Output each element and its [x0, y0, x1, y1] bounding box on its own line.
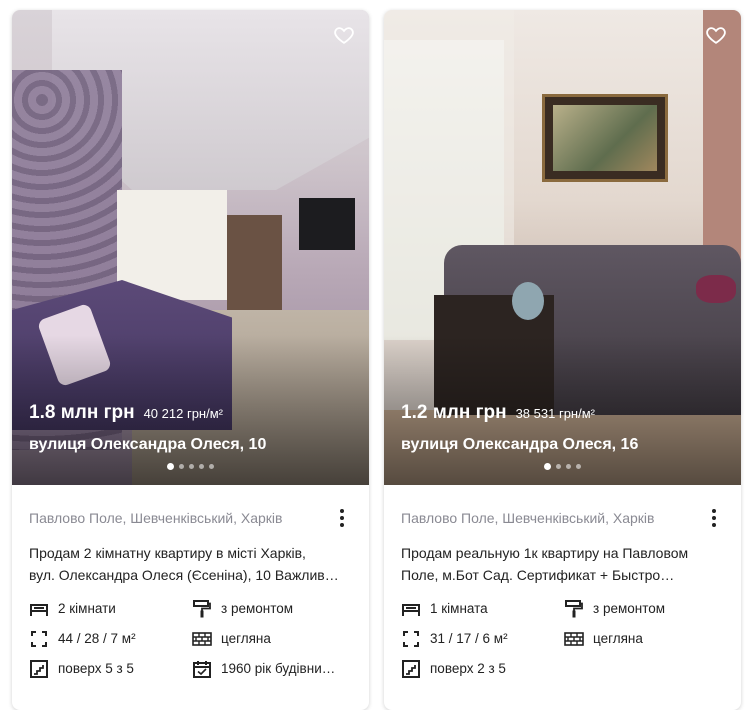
photo-pagination[interactable] [12, 463, 369, 470]
feature-floor: поверх 5 з 5 [29, 659, 192, 678]
features-grid: 2 кімнати з ремонтом 44 / 28 / 7 м² цегл… [29, 599, 352, 678]
description-line: Продам реальную 1к квартиру на Павловом [401, 545, 689, 561]
photo-pagination[interactable] [384, 463, 741, 470]
photo-scene [117, 190, 227, 300]
paint-roller-icon [192, 599, 212, 618]
price: 1.2 млн грн [401, 402, 507, 423]
street-address[interactable]: вулиця Олександра Олеся, 16 [401, 436, 638, 454]
description-line: Поле, м.Бот Сад. Сертификат + Быстро… [401, 567, 675, 583]
photo-dot[interactable] [179, 464, 184, 469]
calendar-icon [192, 660, 212, 678]
listing-card[interactable]: 1.8 млн грн 40 212 грн/м² вулиця Олексан… [12, 10, 369, 710]
feature-area: 31 / 17 / 6 м² [401, 629, 564, 648]
photo-scene [512, 282, 544, 320]
photo-dot[interactable] [199, 464, 204, 469]
bed-icon [29, 600, 49, 618]
price: 1.8 млн грн [29, 402, 135, 423]
description-line: Продам 2 кімнатну квартиру в місті Харкі… [29, 545, 306, 561]
photo-dot[interactable] [209, 464, 214, 469]
photo-scene [696, 275, 736, 303]
feature-wall-type: цегляна [564, 629, 724, 648]
street-address[interactable]: вулиця Олександра Олеся, 10 [29, 436, 266, 454]
location[interactable]: Павлово Поле, Шевченківський, Харків [29, 510, 282, 526]
features-grid: 1 кімната з ремонтом 31 / 17 / 6 м² цегл… [401, 599, 724, 678]
stairs-icon [29, 659, 49, 678]
feature-floor: поверх 2 з 5 [401, 659, 564, 678]
feature-renovation: з ремонтом [564, 599, 724, 618]
listing-photo[interactable]: 1.2 млн грн 38 531 грн/м² вулиця Олексан… [384, 10, 741, 485]
listing-card[interactable]: 1.2 млн грн 38 531 грн/м² вулиця Олексан… [384, 10, 741, 710]
more-vertical-icon[interactable] [332, 506, 352, 530]
description: Продам реальную 1к квартиру на Павловом … [401, 542, 724, 586]
brick-wall-icon [564, 630, 584, 648]
brick-wall-icon [192, 630, 212, 648]
bed-icon [401, 600, 421, 618]
heart-outline-icon[interactable] [333, 24, 355, 46]
paint-roller-icon [564, 599, 584, 618]
stairs-icon [401, 659, 421, 678]
description: Продам 2 кімнатну квартиру в місті Харкі… [29, 542, 352, 586]
photo-scene [227, 215, 282, 310]
listing-photo[interactable]: 1.8 млн грн 40 212 грн/м² вулиця Олексан… [12, 10, 369, 485]
feature-rooms: 2 кімнати [29, 599, 192, 618]
description-line: вул. Олександра Олеся (Єсеніна), 10 Важл… [29, 567, 339, 583]
photo-scene [542, 94, 668, 182]
feature-year: 1960 рік будівни… [192, 659, 352, 678]
feature-area: 44 / 28 / 7 м² [29, 629, 192, 648]
feature-wall-type: цегляна [192, 629, 352, 648]
more-vertical-icon[interactable] [704, 506, 724, 530]
photo-dot[interactable] [189, 464, 194, 469]
price-per-m2: 40 212 грн/м² [143, 406, 223, 421]
photo-dot[interactable] [576, 464, 581, 469]
photo-dot[interactable] [566, 464, 571, 469]
feature-rooms: 1 кімната [401, 599, 564, 618]
area-frame-icon [401, 630, 421, 648]
photo-dot[interactable] [544, 463, 551, 470]
location[interactable]: Павлово Поле, Шевченківський, Харків [401, 510, 654, 526]
heart-outline-icon[interactable] [705, 24, 727, 46]
area-frame-icon [29, 630, 49, 648]
photo-dot[interactable] [167, 463, 174, 470]
feature-renovation: з ремонтом [192, 599, 352, 618]
photo-scene [299, 198, 355, 250]
photo-dot[interactable] [556, 464, 561, 469]
price-per-m2: 38 531 грн/м² [515, 406, 595, 421]
